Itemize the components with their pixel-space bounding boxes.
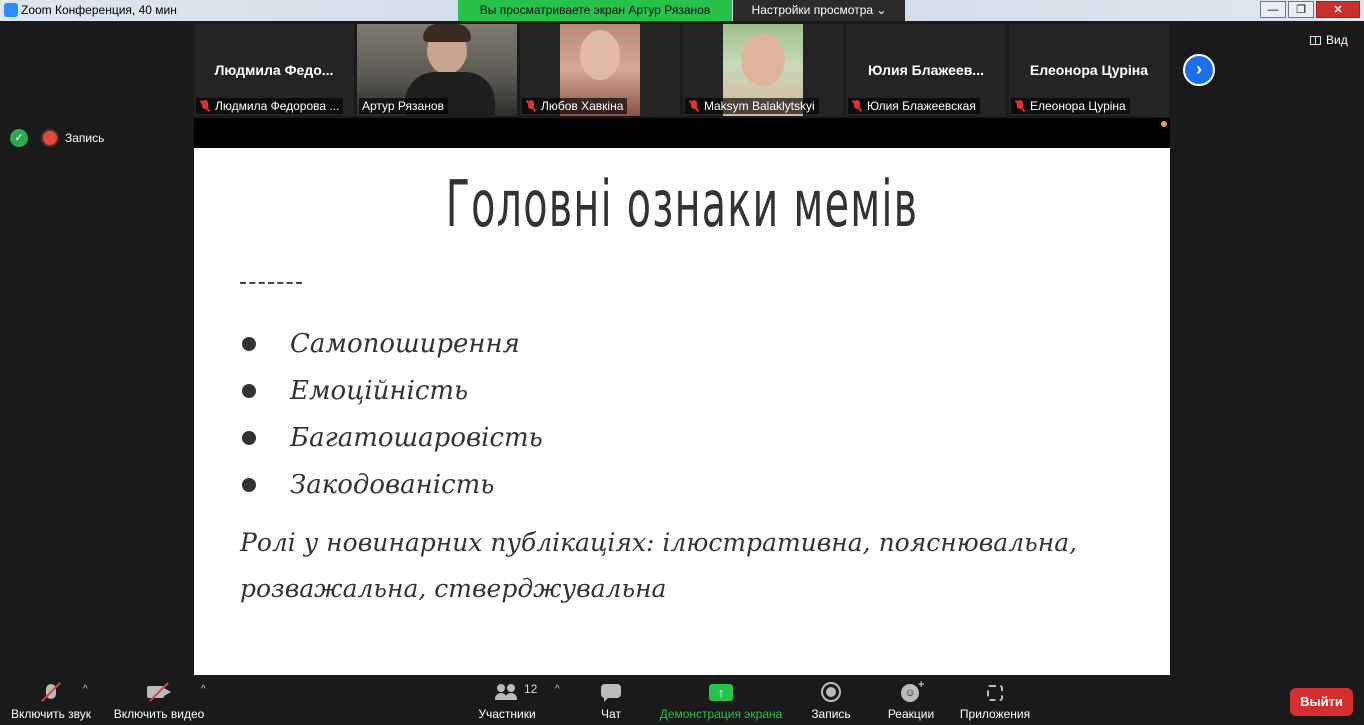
muted-mic-icon <box>1014 100 1026 112</box>
maximize-button[interactable]: ❐ <box>1288 1 1314 18</box>
shared-screen-topbar <box>194 118 1170 148</box>
close-button[interactable]: ✕ <box>1316 1 1360 18</box>
window-title: Zoom Конференция, 40 мин <box>21 3 177 17</box>
bullet-dot-icon <box>242 336 256 351</box>
meeting-toolbar: Включить звук ^ Включить видео ^ 12 Учас… <box>0 676 1364 725</box>
view-label: Вид <box>1326 33 1348 47</box>
apps-button[interactable]: Приложения <box>955 676 1035 725</box>
bullet-dot-icon <box>242 477 256 492</box>
participant-label: Елеонора Цуріна <box>1011 98 1130 114</box>
gallery-next-button[interactable]: › <box>1183 54 1215 86</box>
apps-label: Приложения <box>959 707 1031 721</box>
participants-count: 12 <box>524 682 538 696</box>
apps-icon <box>987 685 1003 701</box>
participant-face <box>741 34 785 86</box>
participant-tile[interactable]: Людмила Федо... Людмила Федорова ... <box>194 24 354 116</box>
window-controls: — ❐ ✕ <box>1260 1 1360 18</box>
participant-label: Юлия Блажеевская <box>848 98 980 114</box>
recording-label: Запись <box>65 131 105 145</box>
participant-tile[interactable]: Любов Хавкіна <box>520 24 680 116</box>
roles-paragraph: Ролі у новинарних публікаціях: ілюстрати… <box>240 528 1078 603</box>
participant-hair <box>423 24 471 42</box>
grid-view-icon <box>1310 35 1321 45</box>
share-screen-button[interactable]: ↑ Демонстрация экрана <box>656 676 786 725</box>
participant-big-name: Юлия Блажеев... <box>868 62 984 78</box>
bullet-item: Багатошаровість <box>242 414 543 461</box>
bullet-text: Багатошаровість <box>290 422 543 453</box>
video-options-caret-icon[interactable]: ^ <box>201 684 206 695</box>
chevron-down-icon: ⌄ <box>876 3 887 17</box>
title-divider <box>240 282 302 286</box>
bullet-dot-icon <box>242 430 256 445</box>
record-button[interactable]: Запись <box>805 676 857 725</box>
shared-slide: Головні ознаки мемів Самопоширення Емоці… <box>194 148 1170 675</box>
participant-name: Maksym Balaklytskyi <box>704 99 815 113</box>
bullet-text: Закодованість <box>290 469 495 500</box>
participant-name: Любов Хавкіна <box>541 99 624 113</box>
leave-meeting-button[interactable]: Выйти <box>1290 688 1353 716</box>
participant-big-name: Елеонора Цуріна <box>1029 62 1149 78</box>
participant-label: Артур Рязанов <box>359 98 448 114</box>
muted-mic-icon <box>688 100 700 112</box>
participant-name: Юлия Блажеевская <box>867 99 976 113</box>
view-settings-button[interactable]: Настройки просмотра ⌄ <box>733 0 905 21</box>
participant-label: Любов Хавкіна <box>522 98 628 114</box>
unmute-label: Включить звук <box>10 707 92 721</box>
view-settings-label: Настройки просмотра <box>751 3 874 17</box>
chat-icon <box>601 684 621 702</box>
participant-tile[interactable]: Maksym Balaklytskyi <box>683 24 843 116</box>
muted-mic-icon <box>525 100 537 112</box>
participant-label: Людмила Федорова ... <box>196 98 344 114</box>
share-screen-label: Демонстрация экрана <box>659 707 783 721</box>
participant-tile[interactable]: Юлия Блажеев... Юлия Блажеевская <box>846 24 1006 116</box>
participant-name: Артур Рязанов <box>362 99 444 113</box>
muted-mic-icon <box>199 100 211 112</box>
participants-label: Участники <box>478 707 536 721</box>
share-indicator-dot <box>1161 121 1167 127</box>
plus-icon: + <box>918 679 925 691</box>
reactions-button[interactable]: ☺ + Реакции <box>883 676 939 725</box>
participants-options-caret-icon[interactable]: ^ <box>555 684 560 695</box>
audio-options-caret-icon[interactable]: ^ <box>83 684 88 695</box>
record-label: Запись <box>811 707 851 721</box>
participant-label: Maksym Balaklytskyi <box>685 98 819 114</box>
participant-face <box>580 30 620 80</box>
chat-button[interactable]: Чат <box>586 676 636 725</box>
start-video-label: Включить видео <box>113 707 205 721</box>
bullet-item: Самопоширення <box>242 320 543 367</box>
bullet-item: Емоційність <box>242 367 543 414</box>
chat-label: Чат <box>601 707 621 721</box>
participants-icon <box>495 684 519 700</box>
muted-mic-icon <box>851 100 863 112</box>
participant-name: Елеонора Цуріна <box>1030 99 1126 113</box>
record-icon <box>821 682 841 702</box>
smiley-icon: ☺ <box>901 684 919 702</box>
slide-title: Головні ознаки мемів <box>445 168 919 242</box>
bullet-text: Самопоширення <box>290 328 520 359</box>
start-video-button[interactable]: Включить видео <box>112 676 206 725</box>
shield-check-icon[interactable]: ✓ <box>10 129 28 147</box>
recording-icon <box>43 131 57 145</box>
title-bar: Zoom Конференция, 40 мин Вы просматривае… <box>0 0 1364 21</box>
bullet-list: Самопоширення Емоційність Багатошаровіст… <box>242 320 543 508</box>
minimize-button[interactable]: — <box>1260 1 1286 18</box>
bullet-text: Емоційність <box>290 375 469 406</box>
bullet-item: Закодованість <box>242 461 543 508</box>
chevron-right-icon: › <box>1196 59 1202 79</box>
participant-tile-active-speaker[interactable]: Артур Рязанов <box>357 24 517 116</box>
view-button[interactable]: Вид <box>1310 33 1348 47</box>
bullet-dot-icon <box>242 383 256 398</box>
participant-name: Людмила Федорова ... <box>215 99 340 113</box>
participants-button[interactable]: 12 Участники <box>472 676 542 725</box>
participant-big-name: Людмила Федо... <box>214 62 334 78</box>
participant-tile[interactable]: Елеонора Цуріна Елеонора Цуріна <box>1009 24 1169 116</box>
reactions-label: Реакции <box>887 707 935 721</box>
zoom-logo-icon <box>4 3 18 17</box>
share-screen-icon: ↑ <box>709 684 733 701</box>
screen-share-banner: Вы просматриваете экран Артур Рязанов <box>458 0 732 21</box>
